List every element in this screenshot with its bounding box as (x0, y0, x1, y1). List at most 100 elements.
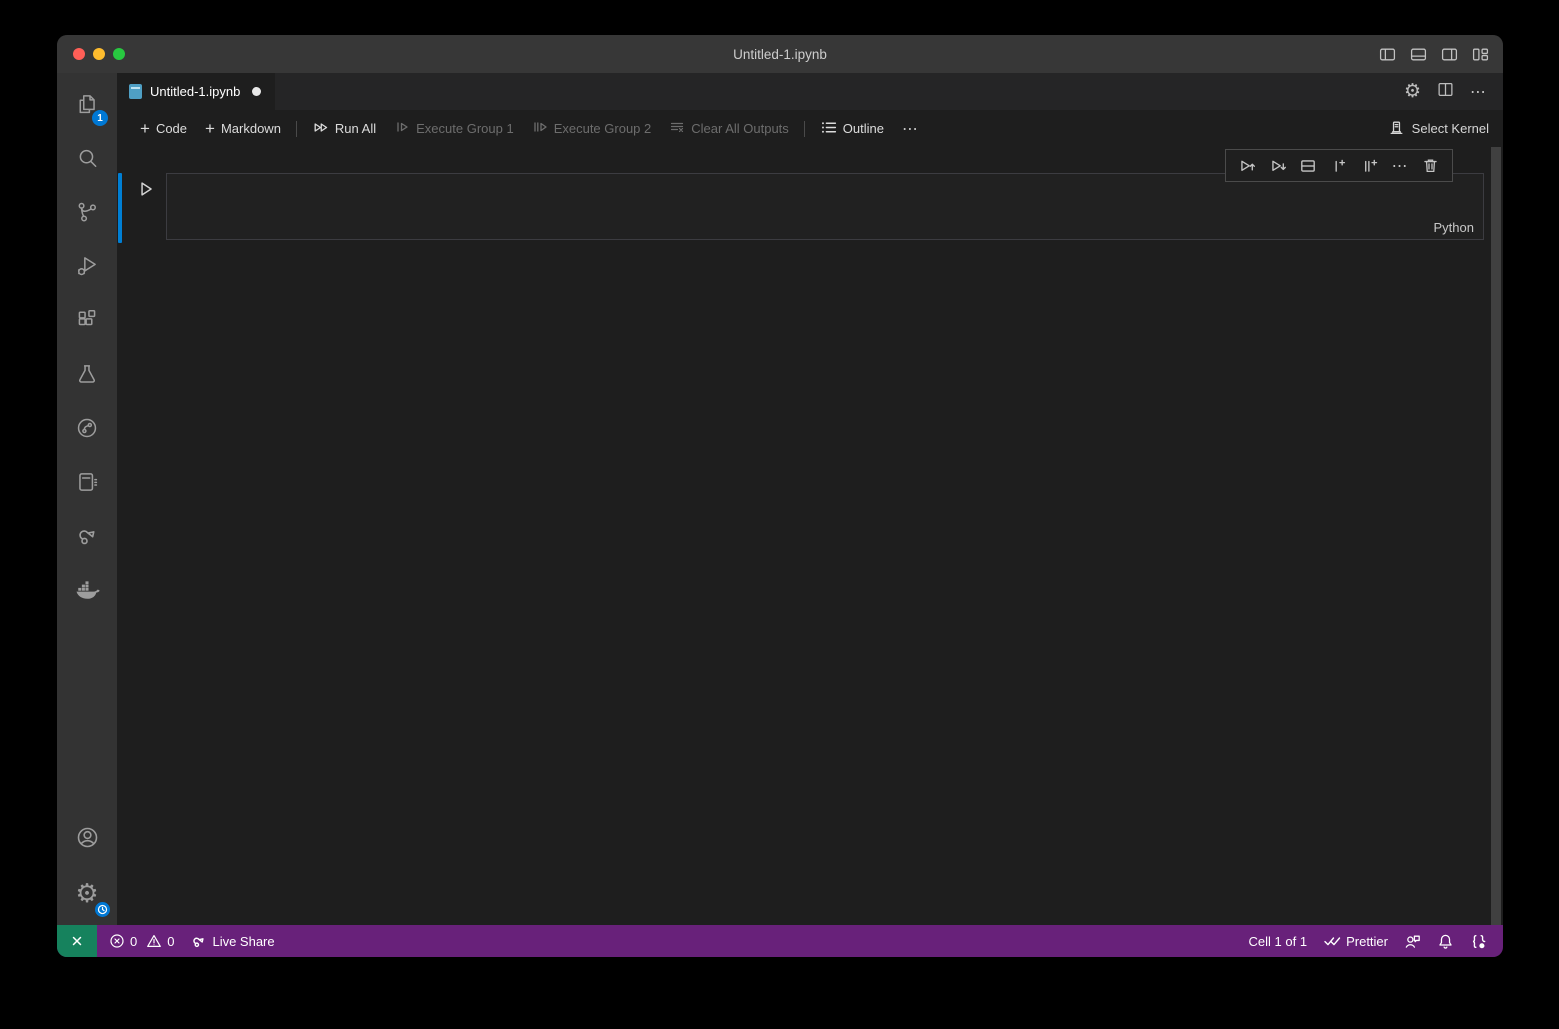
docker-icon (73, 576, 101, 609)
tab-label: Untitled-1.ipynb (150, 84, 240, 99)
minimize-window-button[interactable] (93, 48, 105, 60)
run-cell-button[interactable] (135, 178, 157, 200)
toggle-panel-icon[interactable] (1410, 46, 1427, 63)
select-kernel-label: Select Kernel (1412, 121, 1489, 136)
execute-cell-and-below-icon[interactable] (1266, 154, 1290, 178)
outline-icon (820, 119, 837, 139)
account-icon (74, 824, 101, 856)
vscode-window: Untitled-1.ipynb 1 (57, 35, 1503, 957)
sidebar-item-testing[interactable] (63, 351, 111, 401)
execute-group-1-icon (394, 119, 410, 138)
cell-indicator-status[interactable]: Cell 1 of 1 (1241, 934, 1316, 949)
split-cell-icon[interactable] (1296, 154, 1320, 178)
errors-count: 0 (130, 934, 137, 949)
prettier-status[interactable]: Prettier (1315, 933, 1396, 949)
cell-indicator-label: Cell 1 of 1 (1249, 934, 1308, 949)
tab-untitled-1[interactable]: Untitled-1.ipynb (117, 73, 275, 110)
cell-hover-toolbar: ⋯ (1225, 149, 1453, 182)
problems-status[interactable]: 0 0 (101, 925, 182, 957)
warnings-count: 0 (167, 934, 174, 949)
double-check-icon (1323, 933, 1341, 949)
run-all-icon (312, 119, 329, 139)
clear-all-outputs-label: Clear All Outputs (691, 121, 789, 136)
code-cell-editor[interactable]: Python (166, 173, 1484, 240)
add-to-group-2-icon[interactable] (1358, 154, 1382, 178)
ipynb-file-icon (129, 84, 142, 99)
sidebar-item-docker[interactable] (63, 567, 111, 617)
sidebar-item-explorer[interactable]: 1 (63, 81, 111, 131)
editor-more-actions-icon[interactable]: ⋯ (1470, 82, 1487, 102)
customize-layout-icon[interactable] (1472, 46, 1489, 63)
add-markdown-cell-button[interactable]: + Markdown (196, 116, 290, 142)
toolbar-more-actions-button[interactable]: ⋯ (893, 116, 928, 142)
add-to-group-1-icon[interactable] (1327, 154, 1351, 178)
unsaved-dot-icon[interactable] (252, 87, 261, 96)
clear-all-outputs-button[interactable]: Clear All Outputs (660, 116, 798, 142)
run-all-button[interactable]: Run All (303, 116, 385, 142)
kernel-icon (1388, 119, 1405, 139)
toggle-secondary-sidebar-icon[interactable] (1441, 46, 1458, 63)
execute-group-2-button[interactable]: Execute Group 2 (523, 116, 661, 142)
gear-icon: ⚙ (75, 881, 98, 907)
execute-group-1-button[interactable]: Execute Group 1 (385, 116, 523, 142)
warnings-icon (146, 933, 162, 949)
execute-group-2-icon (532, 119, 548, 138)
settings-button[interactable]: ⚙ (63, 869, 111, 919)
execute-group-2-label: Execute Group 2 (554, 121, 652, 136)
execute-above-cells-icon[interactable] (1235, 154, 1259, 178)
errors-icon (109, 933, 125, 949)
plus-icon: + (205, 120, 215, 137)
sidebar-item-search[interactable] (63, 135, 111, 185)
run-all-label: Run All (335, 121, 376, 136)
notifications-button[interactable] (1429, 933, 1462, 950)
delete-cell-icon[interactable] (1419, 154, 1443, 178)
sidebar-item-extensions[interactable] (63, 297, 111, 347)
configure-notebook-gear-icon[interactable]: ⚙ (1404, 82, 1421, 101)
beaker-icon (74, 361, 100, 392)
toolbar-separator (296, 121, 297, 137)
language-status-button[interactable] (1462, 933, 1495, 950)
execute-group-1-label: Execute Group 1 (416, 121, 514, 136)
search-icon (74, 145, 100, 176)
notebook-editor[interactable]: Python (117, 147, 1503, 925)
sidebar-item-live-share[interactable] (63, 513, 111, 563)
add-code-label: Code (156, 121, 187, 136)
traffic-lights (73, 48, 125, 60)
remote-indicator[interactable] (57, 925, 97, 957)
toolbar-separator (804, 121, 805, 137)
add-markdown-label: Markdown (221, 121, 281, 136)
outline-button[interactable]: Outline (811, 116, 893, 142)
notebook-toolbar: + Code + Markdown Run All (117, 110, 1503, 147)
account-button[interactable] (63, 815, 111, 865)
add-code-cell-button[interactable]: + Code (131, 116, 196, 142)
status-bar: 0 0 Live Share Cell 1 of 1 Prettier (57, 925, 1503, 957)
feedback-button[interactable] (1396, 933, 1429, 950)
notebook-scrollbar[interactable] (1491, 147, 1501, 925)
title-bar: Untitled-1.ipynb (57, 35, 1503, 73)
cell-more-actions-icon[interactable]: ⋯ (1388, 154, 1412, 178)
sidebar-item-source-control[interactable] (63, 189, 111, 239)
cell-language-picker[interactable]: Python (1434, 220, 1474, 235)
sidebar-item-commit-graph[interactable] (63, 405, 111, 455)
explorer-badge: 1 (92, 110, 108, 126)
braces-icon (1470, 933, 1487, 950)
toggle-primary-sidebar-icon[interactable] (1379, 46, 1396, 63)
bell-icon (1437, 933, 1454, 950)
live-share-status[interactable]: Live Share (182, 925, 282, 957)
activity-bar: 1 (57, 73, 117, 925)
zoom-window-button[interactable] (113, 48, 125, 60)
live-share-icon (74, 523, 100, 554)
prettier-label: Prettier (1346, 934, 1388, 949)
extensions-icon (74, 307, 100, 338)
source-control-icon (74, 199, 100, 230)
debug-icon (74, 253, 100, 284)
settings-update-badge (95, 902, 110, 917)
outline-label: Outline (843, 121, 884, 136)
remote-icon (69, 933, 85, 949)
sidebar-item-notebook[interactable] (63, 459, 111, 509)
select-kernel-button[interactable]: Select Kernel (1388, 119, 1489, 139)
sidebar-item-run-debug[interactable] (63, 243, 111, 293)
commit-graph-icon (74, 415, 100, 446)
close-window-button[interactable] (73, 48, 85, 60)
split-editor-icon[interactable] (1437, 81, 1454, 103)
